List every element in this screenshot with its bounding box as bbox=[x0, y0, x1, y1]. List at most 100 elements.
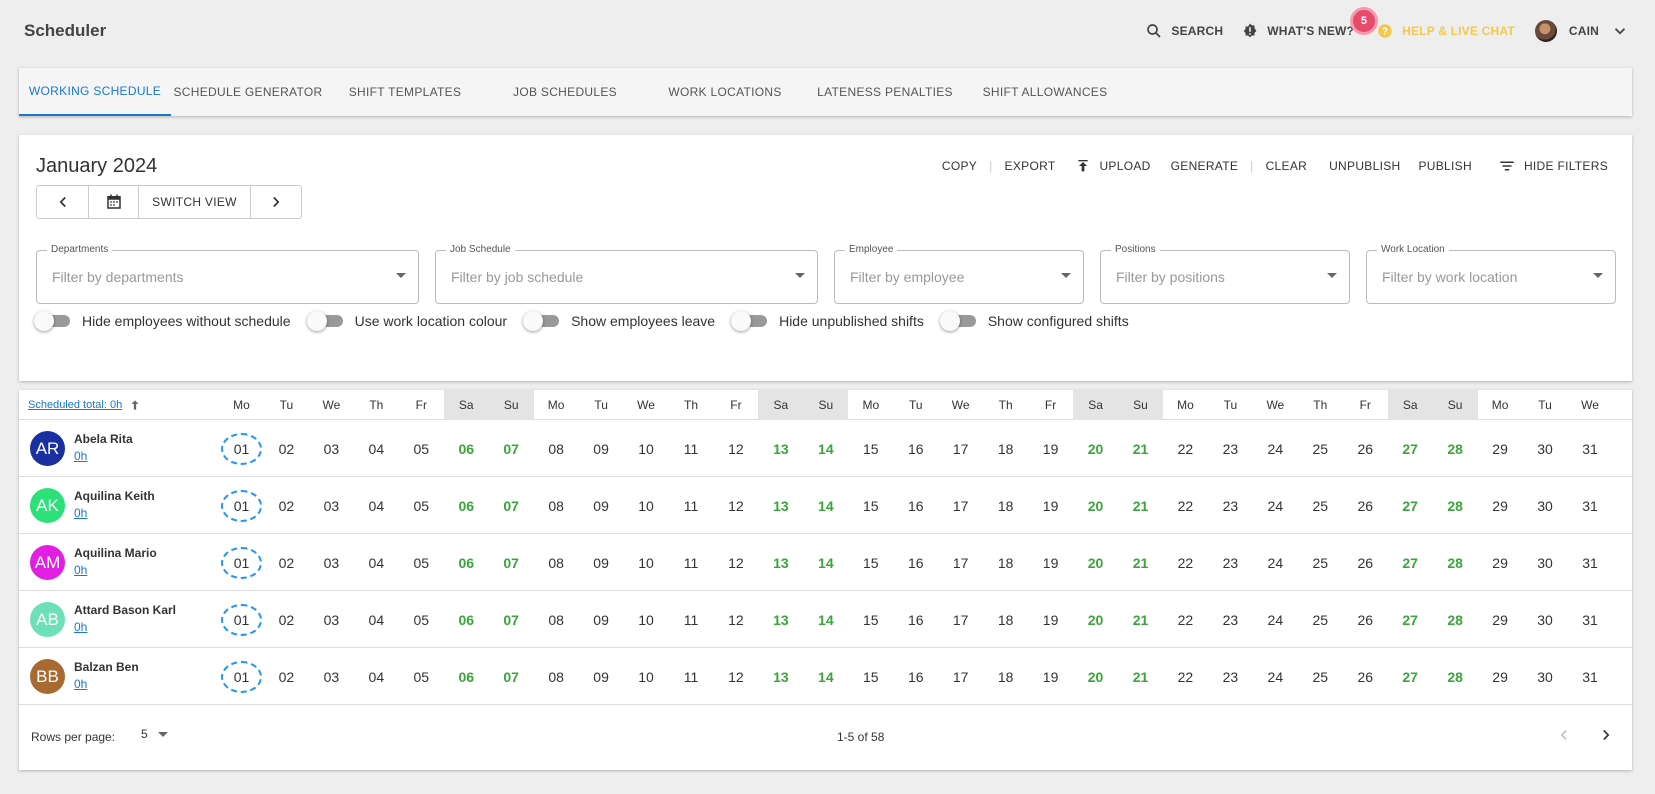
use-work-location-colour-toggle[interactable]: Use work location colour bbox=[306, 311, 507, 331]
day-cell[interactable]: 07 bbox=[489, 591, 534, 648]
day-cell[interactable]: 31 bbox=[1568, 534, 1613, 591]
day-cell[interactable]: 23 bbox=[1208, 534, 1253, 591]
day-cell[interactable]: 04 bbox=[354, 534, 399, 591]
day-cell[interactable]: 04 bbox=[354, 648, 399, 705]
hide-unpublished-shifts-toggle[interactable]: Hide unpublished shifts bbox=[731, 311, 924, 331]
day-cell[interactable]: 10 bbox=[624, 420, 669, 477]
day-cell[interactable]: 05 bbox=[399, 591, 444, 648]
day-cell[interactable]: 09 bbox=[579, 534, 624, 591]
day-cell[interactable]: 15 bbox=[848, 648, 893, 705]
day-cell[interactable]: 18 bbox=[983, 420, 1028, 477]
day-cell[interactable]: 14 bbox=[803, 648, 848, 705]
day-cell[interactable]: 09 bbox=[579, 591, 624, 648]
day-cell[interactable]: 10 bbox=[624, 591, 669, 648]
toggle-switch[interactable] bbox=[939, 311, 978, 331]
day-cell[interactable]: 17 bbox=[938, 591, 983, 648]
day-cell[interactable]: 16 bbox=[893, 477, 938, 534]
show-configured-shifts-toggle[interactable]: Show configured shifts bbox=[939, 311, 1129, 331]
day-cell[interactable]: 02 bbox=[264, 477, 309, 534]
day-cell[interactable]: 10 bbox=[624, 477, 669, 534]
day-cell[interactable]: 13 bbox=[758, 591, 803, 648]
toggle-switch[interactable] bbox=[731, 311, 769, 331]
day-cell[interactable]: 13 bbox=[758, 477, 803, 534]
day-cell[interactable]: 22 bbox=[1163, 420, 1208, 477]
day-cell[interactable]: 11 bbox=[669, 420, 714, 477]
day-cell[interactable]: 27 bbox=[1388, 477, 1433, 534]
day-cell[interactable]: 15 bbox=[848, 534, 893, 591]
day-cell[interactable]: 14 bbox=[803, 591, 848, 648]
previous-month-button[interactable] bbox=[37, 186, 89, 218]
day-cell[interactable]: 10 bbox=[624, 534, 669, 591]
day-cell[interactable]: 07 bbox=[489, 420, 534, 477]
day-cell[interactable]: 25 bbox=[1298, 534, 1343, 591]
day-cell[interactable]: 12 bbox=[713, 534, 758, 591]
day-cell[interactable]: 31 bbox=[1568, 477, 1613, 534]
user-menu[interactable]: CAIN bbox=[1534, 20, 1629, 42]
switch-view-button[interactable]: SWITCH VIEW bbox=[139, 186, 251, 218]
day-cell[interactable]: 07 bbox=[489, 477, 534, 534]
search-button[interactable]: SEARCH bbox=[1145, 22, 1223, 40]
day-cell[interactable]: 02 bbox=[264, 591, 309, 648]
day-cell[interactable]: 13 bbox=[758, 420, 803, 477]
day-cell[interactable]: 31 bbox=[1568, 420, 1613, 477]
day-cell[interactable]: 29 bbox=[1478, 591, 1523, 648]
help-live-chat-button[interactable]: ? HELP & LIVE CHAT bbox=[1376, 22, 1515, 40]
day-cell[interactable]: 11 bbox=[669, 477, 714, 534]
toggle-switch[interactable] bbox=[523, 311, 561, 331]
day-cell-today[interactable]: 01 bbox=[219, 648, 264, 705]
whats-new-button[interactable]: WHAT'S NEW? 5 bbox=[1241, 7, 1379, 40]
day-cell[interactable]: 30 bbox=[1523, 591, 1568, 648]
export-button[interactable]: EXPORT bbox=[1005, 159, 1056, 173]
day-cell[interactable]: 04 bbox=[354, 420, 399, 477]
day-cell[interactable]: 28 bbox=[1433, 591, 1478, 648]
day-cell[interactable]: 29 bbox=[1478, 420, 1523, 477]
day-cell[interactable]: 23 bbox=[1208, 648, 1253, 705]
day-cell[interactable]: 12 bbox=[713, 477, 758, 534]
day-cell[interactable]: 29 bbox=[1478, 477, 1523, 534]
day-cell[interactable]: 30 bbox=[1523, 648, 1568, 705]
day-cell[interactable]: 27 bbox=[1388, 648, 1433, 705]
day-cell[interactable]: 24 bbox=[1253, 648, 1298, 705]
scheduled-total-sort[interactable]: Scheduled total: 0h bbox=[28, 398, 142, 412]
day-cell[interactable]: 21 bbox=[1118, 420, 1163, 477]
day-cell[interactable]: 17 bbox=[938, 534, 983, 591]
day-cell[interactable]: 26 bbox=[1343, 477, 1388, 534]
day-cell[interactable]: 28 bbox=[1433, 648, 1478, 705]
day-cell[interactable]: 05 bbox=[399, 477, 444, 534]
day-cell[interactable]: 17 bbox=[938, 648, 983, 705]
day-cell[interactable]: 26 bbox=[1343, 534, 1388, 591]
day-cell[interactable]: 17 bbox=[938, 477, 983, 534]
day-cell[interactable]: 09 bbox=[579, 477, 624, 534]
employee-hours-link[interactable]: 0h bbox=[74, 563, 87, 577]
day-cell[interactable]: 20 bbox=[1073, 534, 1118, 591]
day-cell[interactable]: 16 bbox=[893, 534, 938, 591]
toggle-switch[interactable] bbox=[34, 311, 72, 331]
day-cell[interactable]: 06 bbox=[444, 477, 489, 534]
day-cell[interactable]: 11 bbox=[669, 534, 714, 591]
employee-hours-link[interactable]: 0h bbox=[74, 620, 87, 634]
day-cell-today[interactable]: 01 bbox=[219, 534, 264, 591]
day-cell[interactable]: 25 bbox=[1298, 648, 1343, 705]
generate-button[interactable]: GENERATE bbox=[1171, 159, 1239, 173]
positions-filter[interactable]: Positions Filter by positions bbox=[1100, 244, 1350, 304]
copy-button[interactable]: COPY bbox=[942, 159, 977, 173]
day-cell[interactable]: 08 bbox=[534, 534, 579, 591]
day-cell[interactable]: 19 bbox=[1028, 477, 1073, 534]
day-cell[interactable]: 19 bbox=[1028, 648, 1073, 705]
day-cell[interactable]: 08 bbox=[534, 477, 579, 534]
day-cell[interactable]: 21 bbox=[1118, 534, 1163, 591]
calendar-button[interactable] bbox=[89, 186, 139, 218]
day-cell[interactable]: 23 bbox=[1208, 420, 1253, 477]
unpublish-button[interactable]: UNPUBLISH bbox=[1329, 159, 1400, 173]
day-cell[interactable]: 30 bbox=[1523, 477, 1568, 534]
tab-working-schedule[interactable]: WORKING SCHEDULE bbox=[19, 68, 171, 116]
day-cell[interactable]: 24 bbox=[1253, 477, 1298, 534]
day-cell[interactable]: 20 bbox=[1073, 477, 1118, 534]
day-cell[interactable]: 22 bbox=[1163, 534, 1208, 591]
day-cell[interactable]: 16 bbox=[893, 591, 938, 648]
day-cell[interactable]: 06 bbox=[444, 420, 489, 477]
day-cell[interactable]: 03 bbox=[309, 534, 354, 591]
day-cell-today[interactable]: 01 bbox=[219, 420, 264, 477]
day-cell[interactable]: 03 bbox=[309, 477, 354, 534]
day-cell[interactable]: 30 bbox=[1523, 534, 1568, 591]
